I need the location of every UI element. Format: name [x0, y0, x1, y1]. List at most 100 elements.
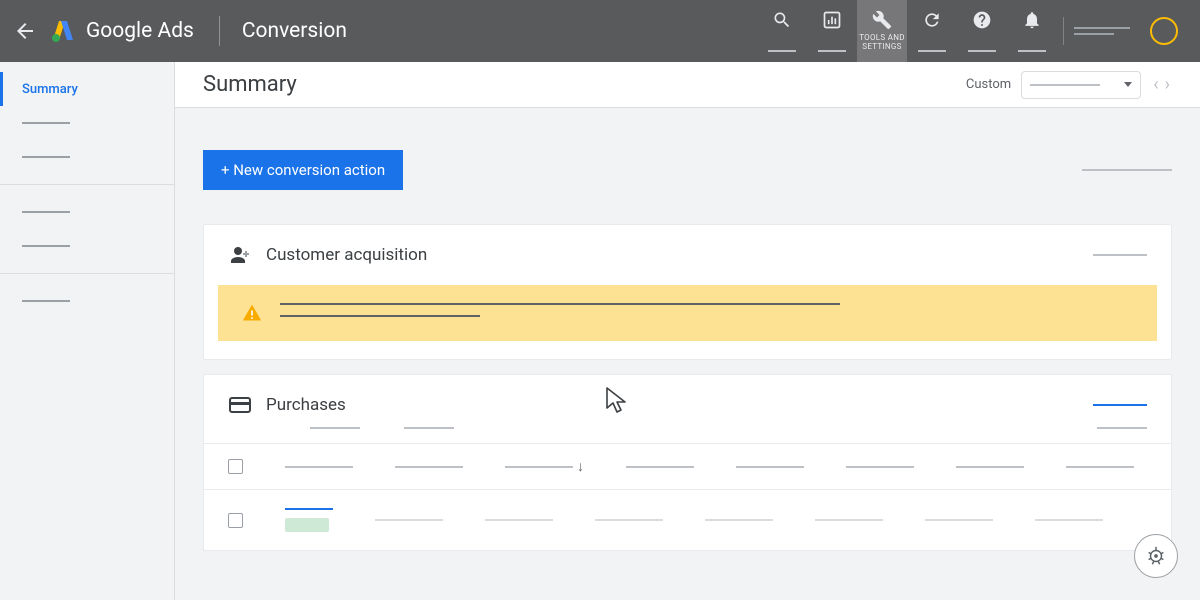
refresh-button[interactable]: [907, 0, 957, 62]
column-header[interactable]: [846, 466, 914, 468]
column-header[interactable]: [956, 466, 1024, 468]
placeholder-line: [280, 315, 480, 317]
sidebar: Summary: [0, 62, 175, 600]
sort-down-icon: ↓: [577, 458, 584, 475]
app-title: Google Ads: [86, 19, 194, 43]
column-header[interactable]: [285, 466, 353, 468]
warning-icon: [242, 303, 262, 323]
divider: [1063, 17, 1064, 45]
divider: [0, 273, 174, 274]
top-bar: Google Ads Conversion TOOLS AND SETTINGS: [0, 0, 1200, 62]
placeholder-line: [1082, 169, 1172, 171]
sidebar-item[interactable]: [0, 195, 174, 229]
placeholder-line: [505, 466, 573, 468]
status-badge: [285, 518, 329, 532]
arrow-left-icon: [13, 19, 37, 43]
date-range-dropdown[interactable]: [1021, 71, 1141, 99]
tools-label: TOOLS AND SETTINGS: [857, 34, 907, 52]
help-button[interactable]: [957, 0, 1007, 62]
credit-card-icon: [228, 393, 252, 417]
table-row[interactable]: [204, 489, 1171, 550]
divider: [219, 16, 220, 46]
main: Summary Custom ‹ › + New conversion acti…: [175, 62, 1200, 600]
sidebar-item-summary[interactable]: Summary: [0, 72, 174, 106]
date-range-label: Custom: [966, 77, 1011, 92]
layout: Summary Summary Custom ‹ ›: [0, 62, 1200, 600]
placeholder-line: [310, 427, 360, 429]
placeholder-line: [918, 50, 946, 52]
account-placeholder[interactable]: [1074, 27, 1130, 35]
search-icon: [772, 10, 792, 30]
search-button[interactable]: [757, 0, 807, 62]
placeholder-line: [818, 50, 846, 52]
refresh-icon: [922, 10, 942, 30]
bug-icon: [1145, 545, 1167, 567]
placeholder-line: [768, 50, 796, 52]
card-header: Customer acquisition: [204, 225, 1171, 285]
table-cell: [925, 519, 993, 521]
sidebar-item-label: Summary: [22, 82, 78, 97]
sidebar-item[interactable]: [0, 140, 174, 174]
placeholder-line: [404, 427, 454, 429]
placeholder-line: [1097, 427, 1147, 429]
placeholder-line: [22, 245, 70, 247]
new-conversion-action-button[interactable]: + New conversion action: [203, 150, 403, 190]
page-header: Summary Custom ‹ ›: [175, 62, 1200, 108]
page-title: Summary: [203, 72, 297, 97]
placeholder-line: [22, 122, 70, 124]
notifications-button[interactable]: [1007, 0, 1057, 62]
table-cell: [485, 519, 553, 521]
placeholder-line: [22, 211, 70, 213]
card-header: Purchases: [204, 375, 1171, 427]
placeholder-line: [280, 303, 840, 305]
date-prev-button[interactable]: ‹: [1151, 74, 1160, 95]
row-checkbox[interactable]: [228, 513, 243, 528]
link-placeholder[interactable]: [285, 508, 333, 510]
divider: [0, 184, 174, 185]
column-header[interactable]: [1066, 466, 1134, 468]
table-cell: [375, 519, 443, 521]
date-next-button[interactable]: ›: [1163, 74, 1172, 95]
sidebar-item[interactable]: [0, 284, 174, 318]
table-header-row: ↓: [204, 443, 1171, 489]
back-button[interactable]: [0, 19, 50, 43]
table-cell: [1035, 519, 1103, 521]
help-icon: [972, 10, 992, 30]
top-right-tools: TOOLS AND SETTINGS: [757, 0, 1178, 62]
card-title: Customer acquisition: [266, 245, 427, 265]
table-cell: [705, 519, 773, 521]
tools-settings-button[interactable]: TOOLS AND SETTINGS: [857, 0, 907, 62]
reports-button[interactable]: [807, 0, 857, 62]
column-header[interactable]: [395, 466, 463, 468]
chevron-down-icon: [1124, 82, 1132, 87]
person-add-icon: [228, 243, 252, 267]
feedback-button[interactable]: [1134, 534, 1178, 578]
card-title: Purchases: [266, 395, 346, 415]
column-header-sorted[interactable]: ↓: [505, 458, 584, 475]
placeholder-line: [22, 300, 70, 302]
placeholder-line: [1018, 50, 1046, 52]
account-avatar[interactable]: [1150, 17, 1178, 45]
table-cell: [285, 508, 333, 532]
column-header[interactable]: [626, 466, 694, 468]
placeholder-line: [22, 156, 70, 158]
wrench-icon: [872, 10, 892, 30]
placeholder-line: [968, 50, 996, 52]
table-cell: [815, 519, 883, 521]
select-all-checkbox[interactable]: [228, 459, 243, 474]
sidebar-item[interactable]: [0, 106, 174, 140]
table-cell: [595, 519, 663, 521]
purchases-card: Purchases ↓: [203, 374, 1172, 551]
logo-area[interactable]: Google Ads: [50, 18, 219, 44]
google-ads-logo-icon: [50, 18, 76, 44]
placeholder-line: [1093, 254, 1147, 256]
content-area: + New conversion action Customer acquisi…: [175, 108, 1200, 600]
bell-icon: [1022, 10, 1042, 30]
customer-acquisition-card: Customer acquisition: [203, 224, 1172, 360]
card-subheader: [204, 427, 1171, 443]
sidebar-item[interactable]: [0, 229, 174, 263]
breadcrumb: Conversion: [242, 19, 347, 43]
warning-banner: [218, 285, 1157, 341]
column-header[interactable]: [736, 466, 804, 468]
link-placeholder[interactable]: [1093, 404, 1147, 406]
